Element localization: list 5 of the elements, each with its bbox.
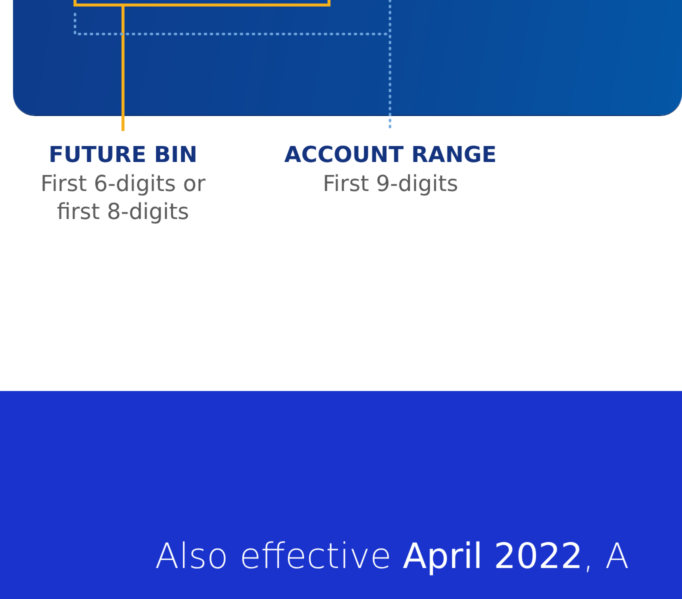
banner-text: Also effective April 2022, A (154, 536, 630, 576)
label-description: First 6-digits or first 8-digits (40, 170, 206, 228)
label-title: FUTURE BIN (48, 142, 198, 170)
label-title: ACCOUNT RANGE (283, 142, 498, 170)
label-description: First 9-digits (322, 170, 460, 199)
